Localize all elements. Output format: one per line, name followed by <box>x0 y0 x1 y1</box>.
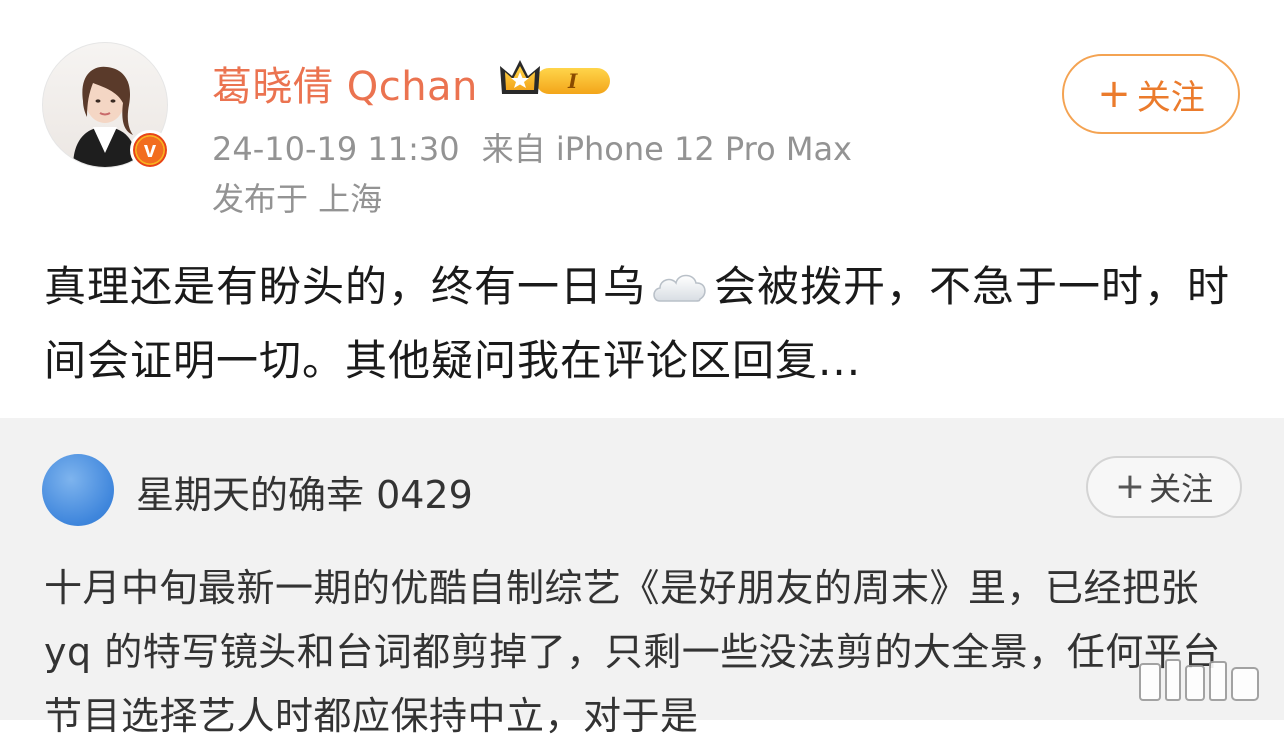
post-timestamp: 24-10-19 11:30 <box>212 130 460 168</box>
repost-text[interactable]: 十月中旬最新一期的优酷自制综艺《是好朋友的周末》里，已经把张 yq 的特写镜头和… <box>44 556 1244 748</box>
follow-button[interactable]: + 关注 <box>1062 54 1240 134</box>
repost-avatar[interactable] <box>42 454 114 526</box>
repost-follow-button[interactable]: + 关注 <box>1086 456 1242 518</box>
post-header: v 葛晓倩 Qchan I 24-10-19 11:30 来自 iPhone 12… <box>0 0 1284 230</box>
plus-icon: + <box>1114 466 1146 507</box>
author-username[interactable]: 葛晓倩 Qchan <box>212 54 478 112</box>
badge-level-text: I <box>567 69 578 93</box>
plus-icon: + <box>1097 71 1131 117</box>
follow-label: 关注 <box>1136 77 1205 118</box>
author-avatar-container[interactable]: v <box>42 42 170 170</box>
verified-v-icon: v <box>130 130 170 170</box>
cloud-emoji-icon <box>653 274 706 302</box>
crown-icon: I <box>500 60 610 94</box>
weibo-watermark-icon <box>1139 659 1259 701</box>
repost-follow-label: 关注 <box>1149 470 1214 508</box>
post-text-part1: 真理还是有盼头的，终有一日乌 <box>44 262 647 311</box>
post-text[interactable]: 真理还是有盼头的，终有一日乌 会被拨开，不急于一时，时间会证明一切。其他疑问我在… <box>44 250 1254 398</box>
post-meta: 24-10-19 11:30 来自 iPhone 12 Pro Max <box>212 124 852 170</box>
post-source: 来自 iPhone 12 Pro Max <box>481 130 852 168</box>
repost-username[interactable]: 星期天的确幸 0429 <box>136 464 473 519</box>
post-location: 发布于 上海 <box>212 180 383 218</box>
